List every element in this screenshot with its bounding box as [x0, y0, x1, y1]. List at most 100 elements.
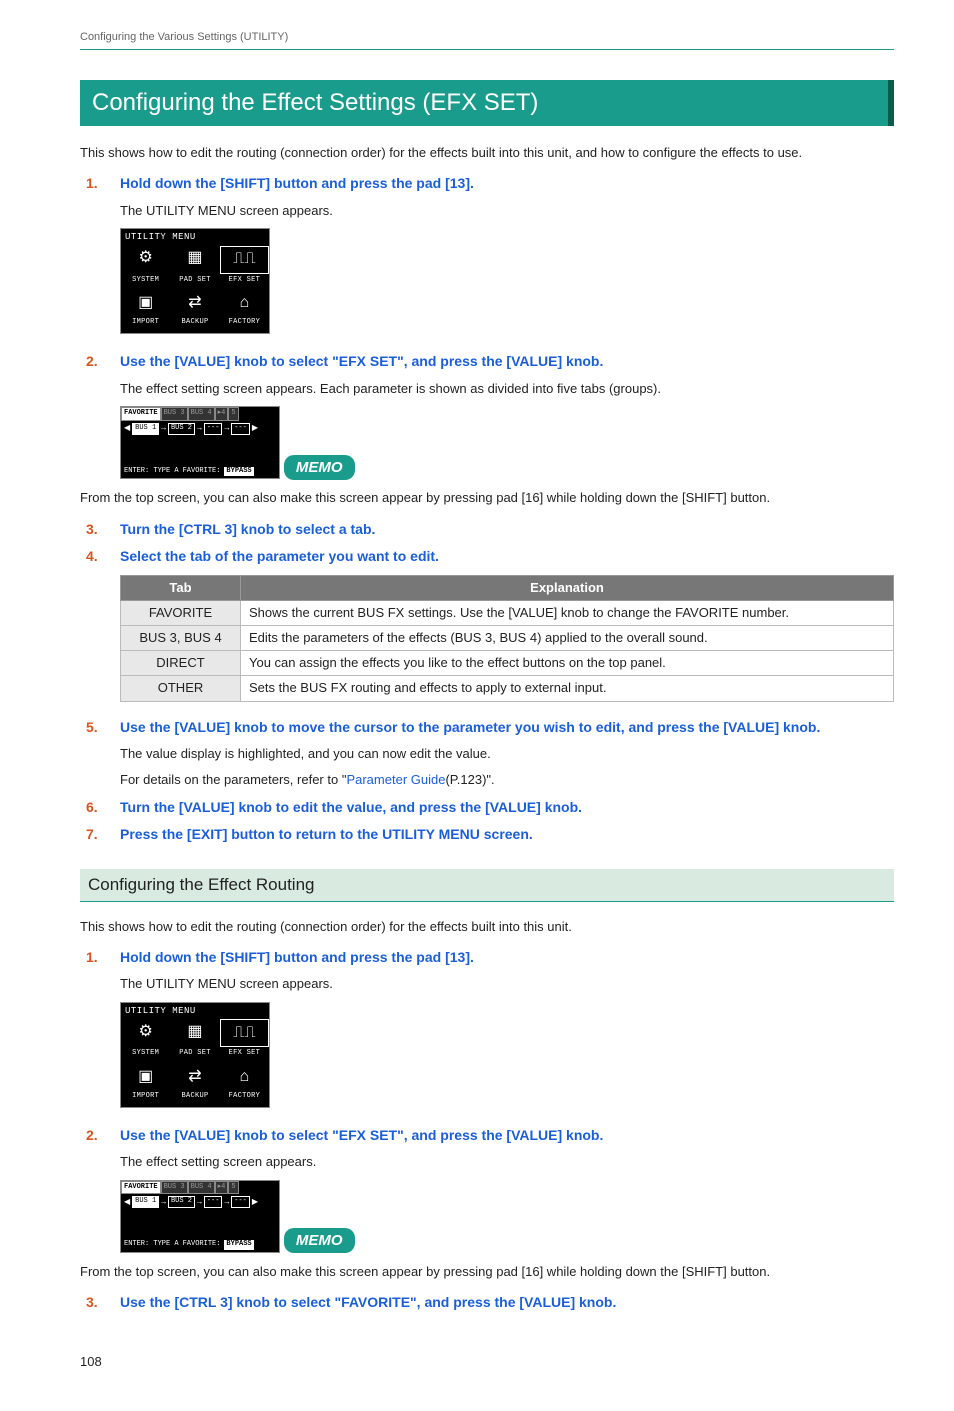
table-row: BUS 3, BUS 4 Edits the parameters of the… — [121, 626, 894, 651]
icon-label: PAD SET — [170, 276, 219, 289]
step-instruction: Hold down the [SHIFT] button and press t… — [120, 948, 474, 968]
page-number: 108 — [80, 1353, 894, 1371]
memo-badge: MEMO — [284, 1228, 355, 1253]
table-header: Explanation — [241, 575, 894, 600]
memo-badge: MEMO — [284, 455, 355, 480]
step-instruction: Turn the [VALUE] knob to edit the value,… — [120, 798, 582, 818]
icon-label: FACTORY — [220, 318, 269, 331]
step-number: 4. — [86, 547, 120, 567]
factory-icon: ⌂ — [220, 292, 269, 314]
efx-tab: FAVORITE — [121, 407, 161, 421]
step-instruction: Select the tab of the parameter you want… — [120, 547, 439, 567]
efx-tab: BUS 3 — [161, 1181, 188, 1195]
parameter-guide-link[interactable]: Parameter Guide — [346, 772, 445, 787]
step-subtext: The effect setting screen appears. Each … — [120, 380, 894, 398]
table-header: Tab — [121, 575, 241, 600]
arrow-icon: → — [197, 423, 202, 434]
section-intro: This shows how to edit the routing (conn… — [80, 918, 894, 936]
step-instruction: Use the [VALUE] knob to select "EFX SET"… — [120, 352, 603, 372]
step-number: 6. — [86, 798, 120, 818]
table-cell: DIRECT — [121, 651, 241, 676]
gear-icon: ⚙ — [121, 1021, 170, 1043]
step-subtext: For details on the parameters, refer to … — [120, 771, 894, 789]
screenshot-title: UTILITY MENU — [121, 229, 269, 246]
table-cell: You can assign the effects you like to t… — [241, 651, 894, 676]
step-instruction: Hold down the [SHIFT] button and press t… — [120, 174, 474, 194]
step-subtext: The value display is highlighted, and yo… — [120, 745, 894, 763]
arrow-right-icon: ▶ — [252, 423, 258, 434]
footer-text: ENTER: TYPE A — [124, 1240, 179, 1250]
efx-set-screenshot: FAVORITE BUS 3 BUS 4 ▸4 5 ◀ BUS 1 → BUS … — [120, 406, 280, 479]
step-number: 2. — [86, 1126, 120, 1146]
efx-tab: FAVORITE — [121, 1181, 161, 1195]
efx-tab: 5 — [228, 1181, 238, 1195]
arrows-icon: ⇄ — [170, 292, 219, 314]
bus-block: --- — [204, 423, 223, 435]
icon-label: EFX SET — [220, 1049, 269, 1062]
bypass-badge: BYPASS — [224, 1240, 253, 1250]
icon-label: FACTORY — [220, 1092, 269, 1105]
table-cell: FAVORITE — [121, 600, 241, 625]
bus-block: BUS 1 — [132, 1196, 159, 1208]
arrows-icon: ⇄ — [170, 1066, 219, 1088]
efx-tab: ▸4 — [215, 407, 229, 421]
arrow-right-icon: ▶ — [252, 1197, 258, 1208]
arrow-left-icon: ◀ — [124, 423, 130, 434]
icon-label: BACKUP — [170, 318, 219, 331]
step-number: 7. — [86, 825, 120, 845]
table-cell: OTHER — [121, 676, 241, 701]
efx-tab: 5 — [228, 407, 238, 421]
utility-menu-screenshot: UTILITY MENU ⚙ ▦ ⎍⎍ SYSTEM PAD SET EFX S… — [120, 228, 270, 334]
arrow-icon: → — [197, 1197, 202, 1208]
memo-text: From the top screen, you can also make t… — [80, 1263, 894, 1281]
grid-icon: ▦ — [170, 1021, 219, 1043]
sliders-icon: ⎍⎍ — [221, 249, 268, 271]
footer-text: FAVORITE: — [183, 1240, 221, 1250]
efx-set-screenshot: FAVORITE BUS 3 BUS 4 ▸4 5 ◀ BUS 1 → BUS … — [120, 1180, 280, 1253]
page-title: Configuring the Effect Settings (EFX SET… — [80, 80, 894, 126]
intro-text: This shows how to edit the routing (conn… — [80, 144, 894, 162]
bus-block: --- — [204, 1196, 223, 1208]
screenshot-title: UTILITY MENU — [121, 1003, 269, 1020]
sliders-icon: ⎍⎍ — [221, 1022, 268, 1044]
bus-block: BUS 1 — [132, 423, 159, 435]
arrow-icon: → — [161, 1197, 166, 1208]
icon-label: BACKUP — [170, 1092, 219, 1105]
step-subtext: The UTILITY MENU screen appears. — [120, 202, 894, 220]
arrow-icon: → — [224, 423, 229, 434]
table-cell: Edits the parameters of the effects (BUS… — [241, 626, 894, 651]
memo-text: From the top screen, you can also make t… — [80, 489, 894, 507]
table-cell: Sets the BUS FX routing and effects to a… — [241, 676, 894, 701]
section-heading: Configuring the Effect Routing — [80, 869, 894, 902]
bus-block: --- — [231, 423, 250, 435]
grid-icon: ▦ — [170, 248, 219, 270]
table-row: DIRECT You can assign the effects you li… — [121, 651, 894, 676]
step-number: 3. — [86, 1293, 120, 1313]
efx-tab: BUS 3 — [161, 407, 188, 421]
bus-block: BUS 2 — [168, 1196, 195, 1208]
step-subtext: The UTILITY MENU screen appears. — [120, 975, 894, 993]
step-instruction: Press the [EXIT] button to return to the… — [120, 825, 533, 845]
table-cell: BUS 3, BUS 4 — [121, 626, 241, 651]
utility-menu-screenshot: UTILITY MENU ⚙ ▦ ⎍⎍ SYSTEM PAD SET EFX S… — [120, 1002, 270, 1108]
bypass-badge: BYPASS — [224, 467, 253, 477]
arrow-icon: → — [161, 423, 166, 434]
step-instruction: Turn the [CTRL 3] knob to select a tab. — [120, 520, 375, 540]
footer-text: ENTER: TYPE A — [124, 467, 179, 477]
step-number: 2. — [86, 352, 120, 372]
bus-block: --- — [231, 1196, 250, 1208]
step-number: 1. — [86, 948, 120, 968]
efx-tab: ▸4 — [215, 1181, 229, 1195]
step-instruction: Use the [VALUE] knob to move the cursor … — [120, 718, 820, 738]
table-row: FAVORITE Shows the current BUS FX settin… — [121, 600, 894, 625]
arrow-icon: → — [224, 1197, 229, 1208]
factory-icon: ⌂ — [220, 1066, 269, 1088]
efx-tab: BUS 4 — [188, 407, 215, 421]
icon-label: PAD SET — [170, 1049, 219, 1062]
parameter-table: Tab Explanation FAVORITE Shows the curre… — [120, 575, 894, 702]
step-number: 1. — [86, 174, 120, 194]
icon-label: EFX SET — [220, 276, 269, 289]
bus-block: BUS 2 — [168, 423, 195, 435]
step-instruction: Use the [CTRL 3] knob to select "FAVORIT… — [120, 1293, 616, 1313]
step-number: 3. — [86, 520, 120, 540]
